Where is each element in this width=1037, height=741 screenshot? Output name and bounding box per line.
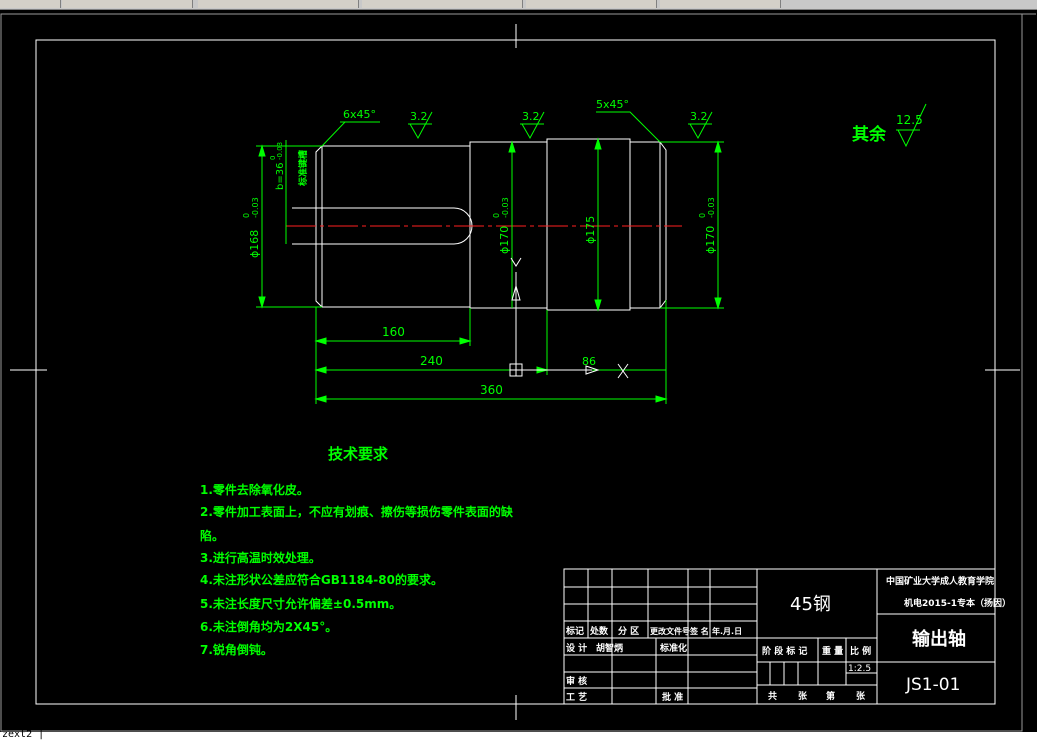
tech-requirements: 技术要求 1.零件去除氧化皮。 2.零件加工表面上，不应有划痕、擦伤等损伤零件表… xyxy=(200,445,514,657)
header-signature: 签 名 xyxy=(689,626,709,636)
school-text: 中国矿业大学成人教育学院 xyxy=(886,575,994,587)
diameter-d1-lower: -0.03 xyxy=(251,197,260,218)
chamfer-right-text: 5x45° xyxy=(596,98,629,111)
arrow xyxy=(714,140,722,153)
toolbar-tab[interactable] xyxy=(660,0,781,8)
arrow xyxy=(314,366,327,374)
toolbar-tab[interactable] xyxy=(362,0,523,8)
sheets-unit: 张 xyxy=(798,690,808,702)
diameter-d2-upper: 0 xyxy=(492,213,501,218)
keyway-width-text: b=36 xyxy=(275,163,286,190)
class-text: 机电2015-1专本（扬因） xyxy=(904,597,1011,609)
shaft-outline xyxy=(292,138,667,311)
arrow xyxy=(508,140,516,153)
tech-item: 6.未注倒角均为2X45°。 xyxy=(200,619,337,634)
leader-line xyxy=(321,121,346,147)
header-date: 年.月.日 xyxy=(712,626,742,636)
sheets-total: 共 xyxy=(768,690,777,702)
header-stage-mark: 阶 段 标 记 xyxy=(762,645,807,657)
roughness-remaining-label: 其余 xyxy=(852,124,887,145)
length-86-text: 86 xyxy=(582,355,596,368)
keyway-note: 标准键槽 xyxy=(297,150,309,187)
keyway-tol-lower: -0.03 xyxy=(276,142,284,160)
sheet-no: 第 xyxy=(826,690,835,702)
diameter-d4-text: ϕ170 xyxy=(704,226,717,254)
header-change-doc: 更改文件号 xyxy=(650,626,690,636)
diameter-d2-lower: -0.03 xyxy=(501,197,510,218)
shaft-section-2 xyxy=(469,141,548,309)
header-ratio: 比 例 xyxy=(850,645,871,657)
drawing-no-text: JS1-01 xyxy=(905,675,960,695)
length-240-text: 240 xyxy=(420,354,443,368)
material-text: 45钢 xyxy=(790,594,831,615)
length-360-text: 360 xyxy=(480,383,503,397)
dimension-texts: 6x45° 5x45° 3.2 3.2 3.2 12.5 其余 ϕ168 0 -… xyxy=(242,98,923,397)
arrow xyxy=(258,144,266,157)
tech-requirements-title: 技术要求 xyxy=(328,445,389,463)
arrow xyxy=(258,296,266,309)
header-review: 审 核 xyxy=(566,675,587,687)
scale-text: 1:2.5 xyxy=(848,664,871,674)
length-160-text: 160 xyxy=(382,325,405,339)
part-name-text: 输出轴 xyxy=(912,628,966,650)
header-standardization: 标准化 xyxy=(659,642,687,654)
header-design: 设 计 xyxy=(566,642,587,654)
tech-item: 4.未注形状公差应符合GB1184-80的要求。 xyxy=(200,572,443,587)
roughness-remaining-value: 12.5 xyxy=(896,113,923,127)
diameter-d4-lower: -0.03 xyxy=(707,197,716,218)
header-count: 处数 xyxy=(589,625,609,637)
arrow xyxy=(459,337,472,345)
header-mark: 标记 xyxy=(565,625,584,637)
leader-line xyxy=(596,111,661,143)
title-block-texts: 45钢 中国矿业大学成人教育学院 机电2015-1专本（扬因） 输出轴 JS1-… xyxy=(565,575,1011,703)
command-line[interactable]: zext2 | xyxy=(0,729,1037,741)
diameter-d2-text: ϕ170 xyxy=(498,226,511,254)
tech-item: 陷。 xyxy=(200,528,224,543)
arrow xyxy=(594,137,602,150)
header-zone: 分 区 xyxy=(618,625,639,637)
diameter-d3-text: ϕ175 xyxy=(584,216,597,244)
header-approve: 批 准 xyxy=(662,691,683,703)
toolbar-tab[interactable] xyxy=(62,0,193,8)
toolbar-strip xyxy=(0,0,1037,10)
designer-name: 胡智炳 xyxy=(596,642,623,654)
diameter-d1-text: ϕ168 xyxy=(248,230,261,258)
diameter-d4-upper: 0 xyxy=(698,213,707,218)
roughness-1-text: 3.2 xyxy=(410,110,428,123)
arrow xyxy=(314,337,327,345)
header-process: 工 艺 xyxy=(566,691,587,703)
arrow xyxy=(594,299,602,312)
toolbar-tab[interactable] xyxy=(0,0,61,8)
cad-drawing[interactable]: 6x45° 5x45° 3.2 3.2 3.2 12.5 其余 ϕ168 0 -… xyxy=(0,10,1037,732)
chamfer-left-text: 6x45° xyxy=(343,108,376,121)
command-line-text: zext2 | xyxy=(2,729,45,740)
shaft-right-end xyxy=(659,141,667,309)
arrow xyxy=(714,297,722,310)
tech-item: 1.零件去除氧化皮。 xyxy=(200,482,309,497)
toolbar-tab[interactable] xyxy=(198,0,359,8)
drawing-viewport[interactable]: 6x45° 5x45° 3.2 3.2 3.2 12.5 其余 ϕ168 0 -… xyxy=(0,10,1037,732)
arrow xyxy=(655,395,668,403)
tech-item: 7.锐角倒钝。 xyxy=(200,642,273,657)
roughness-2-text: 3.2 xyxy=(522,110,540,123)
sheet-unit: 张 xyxy=(856,690,866,702)
viewport-border xyxy=(0,13,1023,732)
tech-item: 2.零件加工表面上，不应有划痕、擦伤等损伤零件表面的缺 xyxy=(200,504,514,519)
tech-item: 3.进行高温时效处理。 xyxy=(200,550,321,565)
diameter-d1-upper: 0 xyxy=(242,213,251,218)
roughness-3-text: 3.2 xyxy=(690,110,708,123)
header-weight: 重 量 xyxy=(822,645,843,657)
tech-item: 5.未注长度尺寸允许偏差±0.5mm。 xyxy=(200,596,401,611)
toolbar-tab[interactable] xyxy=(526,0,657,8)
arrow xyxy=(314,395,327,403)
